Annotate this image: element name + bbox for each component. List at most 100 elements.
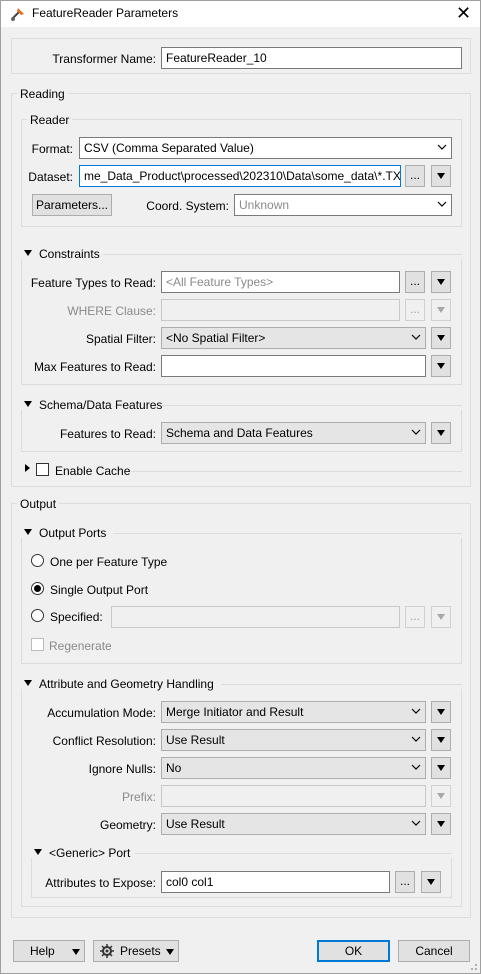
specified-menu-button[interactable] bbox=[431, 606, 451, 628]
presets-button[interactable]: Presets bbox=[93, 940, 179, 962]
specified-browse-button[interactable]: ... bbox=[405, 606, 425, 628]
output-title: Output bbox=[17, 497, 60, 511]
dataset-menu-button[interactable] bbox=[431, 165, 451, 187]
help-button[interactable]: Help bbox=[13, 940, 85, 962]
presets-dropdown-icon bbox=[166, 949, 174, 955]
enable-cache-checkbox[interactable] bbox=[36, 463, 49, 476]
attributes-to-expose-menu-button[interactable] bbox=[421, 871, 441, 893]
conflict-resolution-label: Conflict Resolution: bbox=[52, 734, 156, 748]
constraints-collapse-icon[interactable] bbox=[24, 250, 32, 256]
attributes-to-expose-label: Attributes to Expose: bbox=[45, 876, 156, 890]
spatial-filter-menu-button[interactable] bbox=[431, 327, 451, 349]
output-ports-divider bbox=[113, 533, 462, 534]
regenerate-label: Regenerate bbox=[49, 639, 112, 653]
generic-port-collapse-icon[interactable] bbox=[34, 849, 42, 855]
max-features-menu-button[interactable] bbox=[431, 355, 451, 377]
prefix-input[interactable] bbox=[161, 785, 426, 807]
single-output-port-radio[interactable] bbox=[31, 582, 44, 595]
close-icon: ✕ bbox=[455, 3, 472, 23]
chevron-down-icon bbox=[411, 764, 421, 770]
triangle-down-icon bbox=[437, 363, 445, 369]
geometry-value: Use Result bbox=[166, 817, 225, 831]
features-to-read-label: Features to Read: bbox=[59, 427, 156, 441]
format-value: CSV (Comma Separated Value) bbox=[84, 141, 254, 155]
features-to-read-value: Schema and Data Features bbox=[166, 426, 313, 440]
attributes-to-expose-browse-button[interactable]: ... bbox=[395, 871, 415, 893]
schema-divider bbox=[161, 405, 462, 406]
one-per-feature-type-label: One per Feature Type bbox=[50, 555, 168, 569]
coord-system-label: Coord. System: bbox=[146, 199, 229, 213]
help-dropdown-icon bbox=[72, 949, 80, 955]
features-to-read-menu-button[interactable] bbox=[431, 422, 451, 444]
accumulation-mode-value: Merge Initiator and Result bbox=[166, 705, 304, 719]
feature-types-label: Feature Types to Read: bbox=[30, 276, 156, 290]
spatial-filter-label: Spatial Filter: bbox=[85, 332, 156, 346]
feature-types-input[interactable]: <All Feature Types> bbox=[161, 271, 400, 293]
ignore-nulls-label: Ignore Nulls: bbox=[88, 762, 156, 776]
specified-label: Specified: bbox=[50, 610, 103, 624]
spatial-filter-value: <No Spatial Filter> bbox=[166, 331, 266, 345]
constraints-divider bbox=[103, 254, 462, 255]
transformer-name-input[interactable]: FeatureReader_10 bbox=[161, 47, 462, 69]
triangle-down-icon bbox=[437, 737, 445, 743]
triangle-down-icon bbox=[437, 821, 445, 827]
attribute-handling-collapse-icon[interactable] bbox=[24, 680, 32, 686]
help-button-label: Help bbox=[30, 944, 55, 958]
where-clause-label: WHERE Clause: bbox=[67, 304, 156, 318]
prefix-menu-button[interactable] bbox=[431, 785, 451, 807]
enable-cache-label: Enable Cache bbox=[55, 464, 131, 478]
features-to-read-select[interactable]: Schema and Data Features bbox=[161, 422, 426, 444]
conflict-resolution-menu-button[interactable] bbox=[431, 729, 451, 751]
transformer-name-label: Transformer Name: bbox=[52, 52, 156, 66]
accumulation-mode-select[interactable]: Merge Initiator and Result bbox=[161, 701, 426, 723]
format-label: Format: bbox=[31, 142, 73, 156]
max-features-input[interactable] bbox=[161, 355, 426, 377]
close-button[interactable]: ✕ bbox=[447, 1, 480, 27]
format-select[interactable]: CSV (Comma Separated Value) bbox=[79, 137, 452, 159]
parameters-button[interactable]: Parameters... bbox=[32, 194, 112, 216]
geometry-select[interactable]: Use Result bbox=[161, 813, 426, 835]
regenerate-checkbox[interactable] bbox=[31, 638, 44, 651]
dataset-input[interactable]: me_Data_Product\processed\202310\Data\so… bbox=[79, 165, 401, 187]
generic-port-divider bbox=[135, 853, 452, 854]
where-clause-menu-button[interactable] bbox=[431, 299, 451, 321]
presets-button-label: Presets bbox=[120, 944, 161, 958]
triangle-down-icon bbox=[437, 430, 445, 436]
chevron-down-icon bbox=[411, 736, 421, 742]
triangle-down-icon bbox=[437, 709, 445, 715]
reading-title: Reading bbox=[17, 87, 68, 101]
ok-button[interactable]: OK bbox=[317, 940, 390, 962]
feature-types-browse-button[interactable]: ... bbox=[405, 271, 425, 293]
where-clause-input[interactable] bbox=[161, 299, 400, 321]
chevron-down-icon bbox=[437, 201, 447, 207]
ignore-nulls-value: No bbox=[166, 761, 182, 775]
feature-types-menu-button[interactable] bbox=[431, 271, 451, 293]
geometry-menu-button[interactable] bbox=[431, 813, 451, 835]
reader-title: Reader bbox=[27, 113, 73, 127]
where-clause-browse-button[interactable]: ... bbox=[405, 299, 425, 321]
output-ports-collapse-icon[interactable] bbox=[24, 529, 32, 535]
accumulation-mode-menu-button[interactable] bbox=[431, 701, 451, 723]
chevron-down-icon bbox=[437, 144, 447, 150]
spatial-filter-select[interactable]: <No Spatial Filter> bbox=[161, 327, 426, 349]
gear-icon bbox=[100, 944, 114, 958]
one-per-feature-type-radio[interactable] bbox=[31, 554, 44, 567]
window-title: FeatureReader Parameters bbox=[32, 6, 179, 20]
ignore-nulls-select[interactable]: No bbox=[161, 757, 426, 779]
chevron-down-icon bbox=[411, 334, 421, 340]
title-bar: FeatureReader Parameters ✕ bbox=[1, 1, 480, 27]
cache-expand-icon[interactable] bbox=[25, 464, 30, 472]
resize-grip-icon[interactable] bbox=[468, 961, 478, 971]
coord-system-value: Unknown bbox=[239, 198, 290, 212]
specified-radio[interactable] bbox=[31, 609, 44, 622]
cancel-button[interactable]: Cancel bbox=[398, 940, 470, 962]
conflict-resolution-select[interactable]: Use Result bbox=[161, 729, 426, 751]
specified-input[interactable] bbox=[111, 606, 400, 628]
coord-system-select[interactable]: Unknown bbox=[234, 194, 452, 216]
schema-collapse-icon[interactable] bbox=[24, 401, 32, 407]
ignore-nulls-menu-button[interactable] bbox=[431, 757, 451, 779]
dataset-browse-button[interactable]: ... bbox=[405, 165, 425, 187]
max-features-label: Max Features to Read: bbox=[33, 360, 156, 374]
chevron-down-icon bbox=[411, 708, 421, 714]
attributes-to-expose-input[interactable]: col0 col1 bbox=[161, 871, 390, 893]
